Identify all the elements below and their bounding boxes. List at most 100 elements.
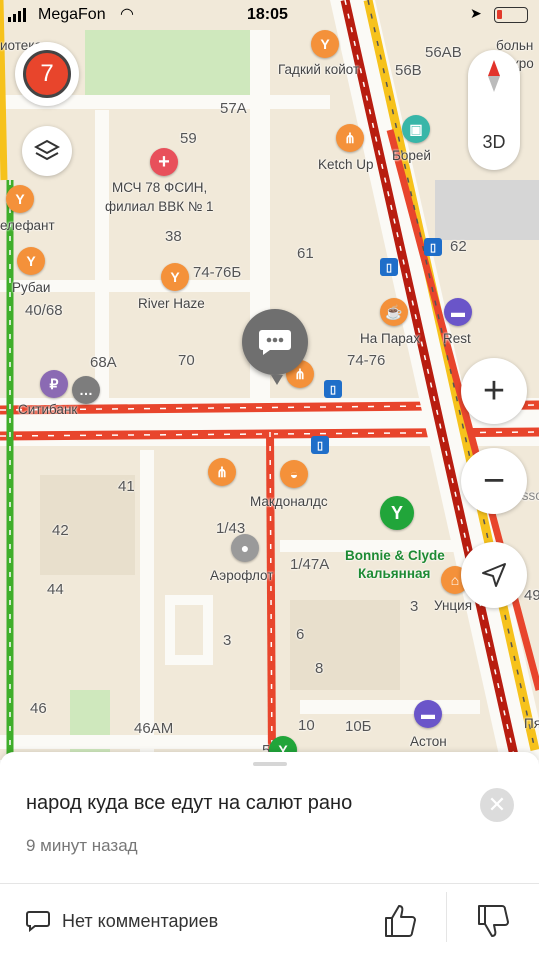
wifi-icon: ◠ [120,6,134,23]
medical-icon[interactable]: + [150,148,178,176]
house-number: 1/47А [290,556,330,573]
status-time: 18:05 [247,6,288,23]
divider [0,883,539,884]
cafe-icon[interactable]: ☕ [380,298,408,326]
thumbs-up-icon [385,905,416,937]
map-view[interactable]: 56АВ 56В 57А 59 38 61 62 40/68 70 74-76 … [0,0,539,760]
bar-icon[interactable]: Y [380,496,414,530]
poi-label: Ситибанк [18,402,78,417]
carrier-name: MegaFon [38,6,106,23]
restaurant-icon[interactable]: ⋔ [336,124,364,152]
navigation-arrow-icon [482,563,506,587]
traffic-level-button[interactable]: 7 [15,42,79,106]
poi-label: Bonnie & Clyde [345,548,445,563]
post-time: 9 минут назад [26,836,138,855]
house-number: 68А [90,354,117,371]
cafe-icon[interactable]: Y [161,263,189,291]
marker-pointer [271,375,283,385]
layers-icon [34,139,60,161]
house-number: 62 [450,238,467,255]
my-location-button[interactable] [461,542,527,608]
house-number: 70 [178,352,195,369]
status-bar: MegaFon ◠ 18:05 ➤ [0,0,539,30]
cafe-icon[interactable]: Y [17,247,45,275]
house-number: 8 [315,660,324,677]
bus-stop-icon[interactable]: ▯ [311,436,329,454]
hotel-icon[interactable]: ▬ [414,700,442,728]
poi-label: Кальянная [358,566,431,581]
house-number: 38 [165,228,182,245]
fastfood-icon[interactable]: ◒ [280,460,308,488]
house-number: 6 [296,626,305,643]
hotel-icon[interactable]: ▬ [444,298,472,326]
divider [446,892,447,942]
sheet-handle[interactable] [253,762,287,766]
poi-label: River Haze [138,296,205,311]
house-number: 3 [410,598,419,615]
house-number: 57А [220,100,247,117]
poi-label: Рубаи [12,280,51,295]
poi-label: МСЧ 78 ФСИН, [112,180,208,195]
close-button[interactable]: ✕ [480,788,514,822]
compass-icon[interactable] [484,58,504,99]
house-number: 42 [52,522,69,539]
comments-link[interactable]: Нет комментариев [26,910,218,932]
cafe-icon[interactable]: Y [311,30,339,58]
comment-icon [26,911,50,932]
view-3d-button[interactable]: 3D [468,132,520,153]
poi-label: Rest [443,331,471,346]
dislike-button[interactable] [475,902,513,945]
minus-icon: − [482,459,506,502]
selected-chat-marker[interactable] [242,309,308,375]
house-number: 44 [47,581,64,598]
battery-icon [494,7,528,23]
house-number: 74-76Б [193,264,242,281]
poi-label: Ketch Up [318,157,374,172]
poi-label: елефант [0,218,55,233]
shop-icon[interactable]: ▣ [402,115,430,143]
house-number: 41 [118,478,135,495]
house-number: 3 [223,632,232,649]
location-arrow-icon: ➤ [470,5,482,21]
zoom-in-button[interactable]: + [461,358,527,424]
house-number: 74-76 [347,352,386,369]
bus-stop-icon[interactable]: ▯ [324,380,342,398]
house-number: 56В [395,62,422,79]
house-number: 10 [298,717,315,734]
like-button[interactable] [382,902,420,945]
poi-label: филиал ВВК № 1 [105,199,214,214]
poi-label: Макдоналдс [250,494,328,509]
poi-label: Унция [434,598,473,613]
poi-label: Борей [392,148,431,163]
house-number: 10Б [345,718,372,735]
bus-stop-icon[interactable]: ▯ [380,258,398,276]
post-text: народ куда все едут на салют рано [26,792,353,814]
bus-stop-icon[interactable]: ▯ [424,238,442,256]
house-number: 49 [524,587,539,604]
signal-icon [8,8,26,22]
poi-label: Гадкий койот [278,62,360,77]
compass-3d-panel: 3D [468,50,520,170]
house-number: 40/68 [25,302,63,319]
house-number: 46АМ [134,720,174,737]
post-sheet: народ куда все едут на салют рано ✕ 9 ми… [0,752,539,960]
poi-label: Аэрофлот [210,568,274,583]
layers-button[interactable] [22,126,72,176]
house-number: 59 [180,130,197,147]
house-number: 46 [30,700,47,717]
house-number: 56АВ [425,44,462,61]
traffic-line [266,431,276,760]
poi-label: На Парах [360,331,420,346]
house-number: 61 [297,245,314,262]
cafe-icon[interactable]: Y [6,185,34,213]
traffic-level-badge: 7 [23,50,71,98]
bank-icon[interactable]: ₽ [40,370,68,398]
place-icon[interactable]: ● [231,534,259,562]
restaurant-icon[interactable]: ⋔ [208,458,236,486]
park-area [85,30,265,102]
plus-icon: + [482,369,506,412]
zoom-out-button[interactable]: − [461,448,527,514]
chat-icon[interactable]: … [72,376,100,404]
poi-label: Астон [410,734,447,749]
park-area [70,690,110,760]
